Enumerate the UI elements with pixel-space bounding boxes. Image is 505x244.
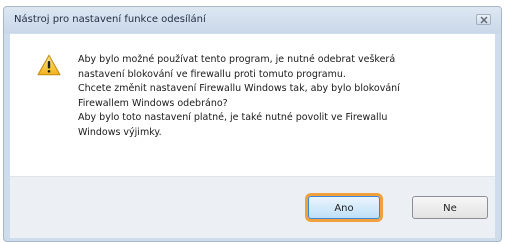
yes-button[interactable]: Ano xyxy=(308,196,380,219)
button-bar: Ano Ne xyxy=(10,176,495,238)
message-line: Chcete změnit nastavení Firewallu Window… xyxy=(78,83,400,95)
message-line: Aby bylo možné používat tento program, j… xyxy=(78,54,396,65)
message-line: Aby bylo toto nastavení platné, je také … xyxy=(78,112,388,124)
message-area: Aby bylo možné používat tento program, j… xyxy=(10,34,495,176)
no-button[interactable]: Ne xyxy=(412,196,488,219)
warning-icon xyxy=(37,54,61,76)
message-line: nastavení blokování ve firewallu proti t… xyxy=(78,68,346,80)
message-line: Firewallem Windows odebráno? xyxy=(78,97,228,109)
dialog-window: Nástroj pro nastavení funkce odesílání A… xyxy=(3,6,502,242)
message-text: Aby bylo možné používat tento program, j… xyxy=(78,53,478,141)
dialog-title: Nástroj pro nastavení funkce odesílání xyxy=(14,14,206,25)
message-line: Windows výjimky. xyxy=(78,126,162,138)
title-bar[interactable]: Nástroj pro nastavení funkce odesílání xyxy=(4,7,501,33)
close-button[interactable] xyxy=(476,14,491,25)
close-icon xyxy=(480,16,488,24)
